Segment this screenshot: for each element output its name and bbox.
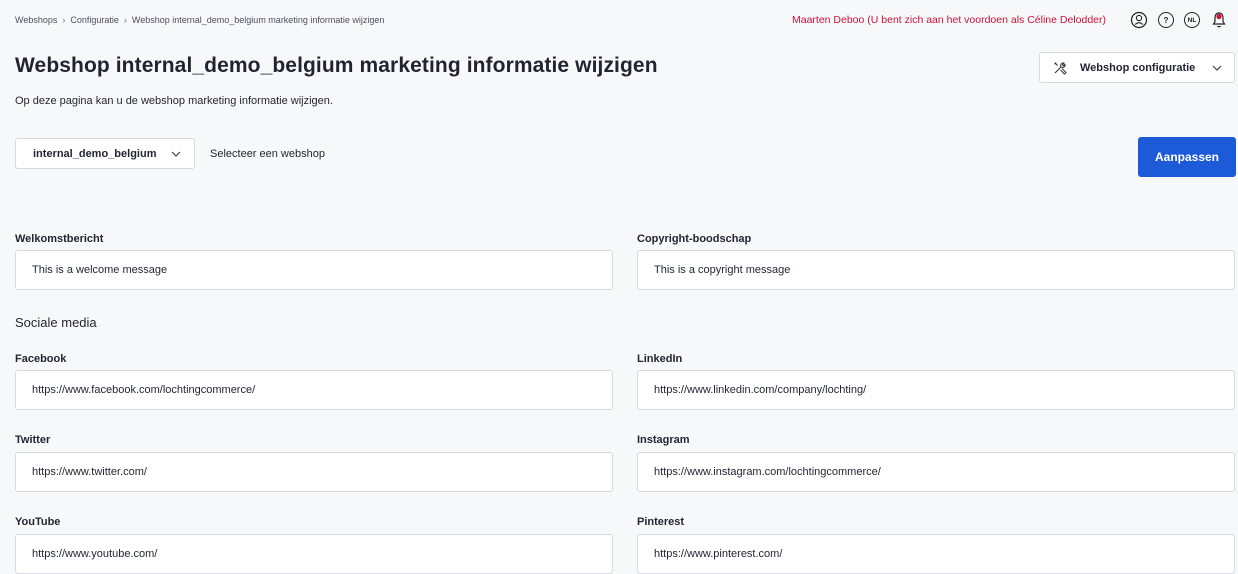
pinterest-label: Pinterest — [637, 516, 685, 528]
help-icon[interactable]: ? — [1158, 12, 1174, 28]
pinterest-url-input[interactable] — [637, 534, 1235, 574]
user-switch-icon[interactable] — [1130, 11, 1148, 29]
page-subtitle: Op deze pagina kan u de webshop marketin… — [15, 95, 333, 107]
breadcrumb-current: Webshop internal_demo_belgium marketing … — [131, 15, 385, 25]
save-button[interactable]: Aanpassen — [1138, 137, 1236, 177]
twitter-label: Twitter — [15, 434, 51, 446]
notification-bell-icon[interactable] — [1210, 11, 1228, 29]
social-media-section-title: Sociale media — [15, 315, 97, 330]
webshop-configuration-label: Webshop configuratie — [1080, 61, 1196, 74]
chevron-down-icon — [171, 151, 181, 157]
webshop-configuration-dropdown[interactable]: Webshop configuratie — [1039, 52, 1235, 83]
linkedin-url-input[interactable] — [637, 370, 1235, 410]
breadcrumb-separator: › — [62, 15, 66, 25]
page-title: Webshop internal_demo_belgium marketing … — [15, 54, 658, 77]
impersonation-user-text[interactable]: Maarten Deboo (U bent zich aan het voord… — [792, 14, 1106, 26]
linkedin-label: LinkedIn — [637, 353, 683, 365]
breadcrumb-separator: › — [123, 15, 127, 25]
webshop-select-value: internal_demo_belgium — [33, 147, 157, 160]
top-bar: Webshops › Configuratie › Webshop intern… — [0, 0, 1238, 40]
welcome-message-input[interactable] — [15, 250, 613, 290]
header-icons: ? NL — [1130, 11, 1228, 29]
facebook-url-input[interactable] — [15, 370, 613, 410]
language-icon[interactable]: NL — [1184, 12, 1200, 28]
webshop-select-hint: Selecteer een webshop — [210, 148, 325, 160]
facebook-label: Facebook — [15, 353, 67, 365]
copyright-message-label: Copyright-boodschap — [637, 233, 752, 245]
copyright-message-input[interactable] — [637, 250, 1235, 290]
chevron-down-icon — [1212, 65, 1222, 71]
instagram-url-input[interactable] — [637, 452, 1235, 492]
breadcrumb: Webshops › Configuratie › Webshop intern… — [15, 15, 384, 25]
breadcrumb-configuratie[interactable]: Configuratie — [70, 15, 119, 25]
youtube-label: YouTube — [15, 516, 61, 528]
welcome-message-label: Welkomstbericht — [15, 233, 104, 245]
instagram-label: Instagram — [637, 434, 690, 446]
youtube-url-input[interactable] — [15, 534, 613, 574]
twitter-url-input[interactable] — [15, 452, 613, 492]
breadcrumb-webshops[interactable]: Webshops — [15, 15, 57, 25]
webshop-select[interactable]: internal_demo_belgium — [15, 138, 195, 169]
tools-icon — [1052, 60, 1068, 76]
